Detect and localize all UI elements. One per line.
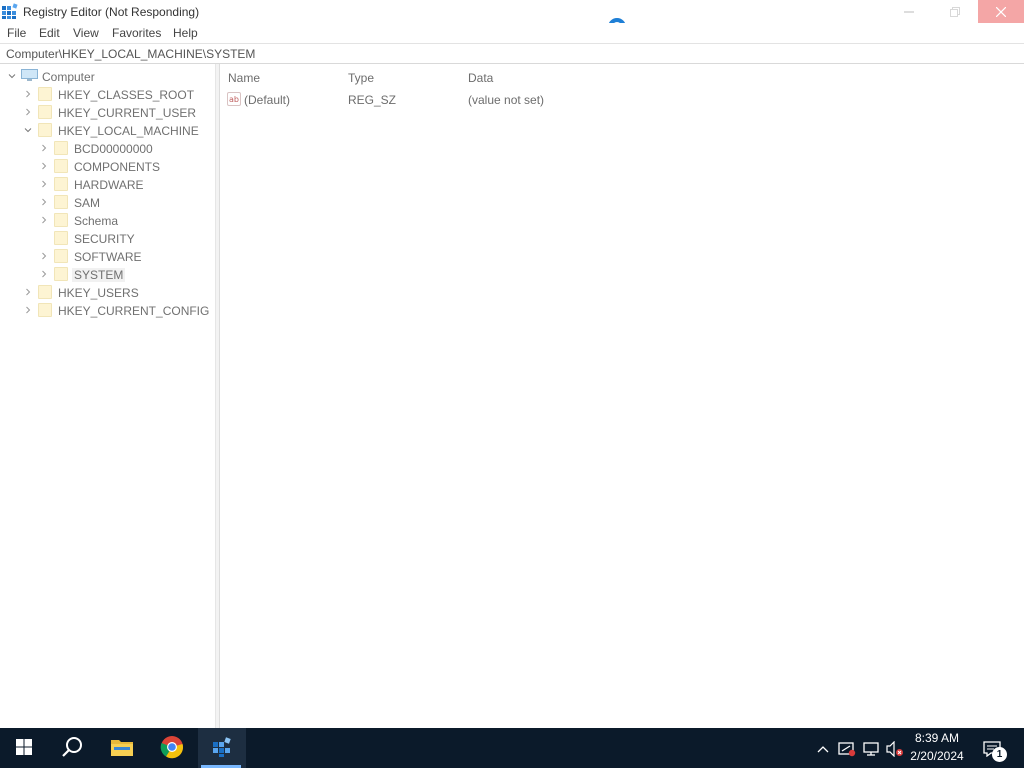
close-button[interactable] xyxy=(978,0,1024,23)
tree-node-hkey-current-config[interactable]: HKEY_CURRENT_CONFIG xyxy=(0,301,210,319)
address-path[interactable]: Computer\HKEY_LOCAL_MACHINE\SYSTEM xyxy=(6,47,255,61)
chevron-right-icon[interactable] xyxy=(38,249,50,263)
computer-icon xyxy=(21,69,38,82)
file-explorer-button[interactable] xyxy=(98,728,146,768)
tree-label: HKEY_CURRENT_USER xyxy=(58,106,197,120)
tree-node-hkey-current-user[interactable]: HKEY_CURRENT_USER xyxy=(0,103,210,121)
tree-label: HKEY_CLASSES_ROOT xyxy=(58,88,195,102)
tree-label: HKEY_USERS xyxy=(58,286,139,300)
chrome-button[interactable] xyxy=(148,728,196,768)
tree-label: SECURITY xyxy=(74,232,135,246)
tree-node-system[interactable]: SYSTEM xyxy=(0,265,210,283)
chevron-right-icon[interactable] xyxy=(22,87,34,101)
tree-node-security[interactable]: SECURITY xyxy=(0,229,210,247)
menu-favorites[interactable]: Favorites xyxy=(112,26,161,40)
search-button[interactable] xyxy=(48,728,96,768)
minimize-button[interactable] xyxy=(886,0,932,23)
chevron-right-icon[interactable] xyxy=(22,303,34,317)
tree-label: SOFTWARE xyxy=(74,250,142,264)
notification-count-badge: 1 xyxy=(992,747,1007,762)
title-bar: Registry Editor (Not Responding) xyxy=(0,0,1024,36)
tree-node-bcd00000000[interactable]: BCD00000000 xyxy=(0,139,210,157)
file-explorer-icon xyxy=(111,738,133,759)
value-name: (Default) xyxy=(244,93,291,107)
chevron-right-icon[interactable] xyxy=(22,285,34,299)
value-row[interactable]: ab (Default) REG_SZ (value not set) xyxy=(221,91,621,109)
tree-node-hkey-classes-root[interactable]: HKEY_CLASSES_ROOT xyxy=(0,85,210,103)
pane-splitter[interactable] xyxy=(216,64,220,728)
key-tree-pane[interactable]: Computer HKEY_CLASSES_ROOT HKEY_CURRENT_… xyxy=(0,64,216,728)
chevron-down-icon[interactable] xyxy=(6,69,18,83)
column-header-type[interactable]: Type xyxy=(348,71,374,85)
folder-icon xyxy=(54,195,68,209)
chevron-right-icon[interactable] xyxy=(38,141,50,155)
tree-node-software[interactable]: SOFTWARE xyxy=(0,247,210,265)
folder-icon xyxy=(38,123,52,137)
folder-icon xyxy=(38,87,52,101)
folder-icon xyxy=(38,105,52,119)
menu-file[interactable]: File xyxy=(7,26,26,40)
string-value-icon: ab xyxy=(227,92,241,106)
folder-icon xyxy=(54,231,68,245)
tree-label: SAM xyxy=(74,196,101,210)
folder-icon xyxy=(54,159,68,173)
start-button[interactable] xyxy=(0,728,48,768)
tree-label: HKEY_CURRENT_CONFIG xyxy=(58,304,210,318)
menu-bar: File Edit View Favorites Help xyxy=(0,23,1024,43)
tree-label: Schema xyxy=(74,214,119,228)
window-title: Registry Editor (Not Responding) xyxy=(23,5,200,19)
values-list-pane[interactable]: Name Type Data ab (Default) REG_SZ (valu… xyxy=(221,64,1024,728)
folder-icon xyxy=(54,267,68,281)
folder-icon xyxy=(54,141,68,155)
tree-node-computer[interactable]: Computer xyxy=(0,67,200,85)
folder-icon xyxy=(38,285,52,299)
column-header-data[interactable]: Data xyxy=(468,71,493,85)
registry-editor-icon xyxy=(2,3,18,19)
tree-node-sam[interactable]: SAM xyxy=(0,193,210,211)
folder-icon xyxy=(54,213,68,227)
tree-label: SYSTEM xyxy=(72,268,126,282)
clock-time[interactable]: 8:39 AM xyxy=(900,731,974,745)
menu-edit[interactable]: Edit xyxy=(39,26,60,40)
tree-node-schema[interactable]: Schema xyxy=(0,211,210,229)
chevron-right-icon[interactable] xyxy=(38,267,50,281)
column-header-name[interactable]: Name xyxy=(228,71,260,85)
folder-icon xyxy=(54,249,68,263)
registry-editor-taskbar-button[interactable] xyxy=(198,728,246,768)
folder-icon xyxy=(38,303,52,317)
tree-label: Computer xyxy=(42,70,95,84)
value-data: (value not set) xyxy=(468,93,545,107)
menu-help[interactable]: Help xyxy=(173,26,198,40)
tree-label: HKEY_LOCAL_MACHINE xyxy=(58,124,199,138)
tree-label: HARDWARE xyxy=(74,178,144,192)
start-icon xyxy=(16,738,32,758)
security-warning-icon[interactable] xyxy=(838,740,856,758)
chrome-icon xyxy=(160,735,184,762)
folder-icon xyxy=(54,177,68,191)
tree-node-hardware[interactable]: HARDWARE xyxy=(0,175,210,193)
tree-node-hkey-local-machine[interactable]: HKEY_LOCAL_MACHINE xyxy=(0,121,210,139)
address-bar[interactable]: Computer\HKEY_LOCAL_MACHINE\SYSTEM xyxy=(0,43,1024,64)
maximize-button[interactable] xyxy=(932,0,978,23)
chevron-right-icon[interactable] xyxy=(38,195,50,209)
menu-view[interactable]: View xyxy=(73,26,99,40)
chevron-right-icon[interactable] xyxy=(38,213,50,227)
network-icon[interactable] xyxy=(862,740,880,758)
chevron-up-icon[interactable] xyxy=(814,740,832,758)
search-icon xyxy=(61,736,83,761)
tree-label: BCD00000000 xyxy=(74,142,153,156)
value-type: REG_SZ xyxy=(348,93,397,107)
chevron-right-icon[interactable] xyxy=(22,105,34,119)
tree-node-hkey-users[interactable]: HKEY_USERS xyxy=(0,283,210,301)
chevron-right-icon[interactable] xyxy=(38,177,50,191)
tree-node-components[interactable]: COMPONENTS xyxy=(0,157,210,175)
clock-date[interactable]: 2/20/2024 xyxy=(900,749,974,763)
chevron-down-icon[interactable] xyxy=(22,123,34,137)
tree-label: COMPONENTS xyxy=(74,160,161,174)
registry-editor-icon xyxy=(211,736,233,761)
chevron-right-icon[interactable] xyxy=(38,159,50,173)
